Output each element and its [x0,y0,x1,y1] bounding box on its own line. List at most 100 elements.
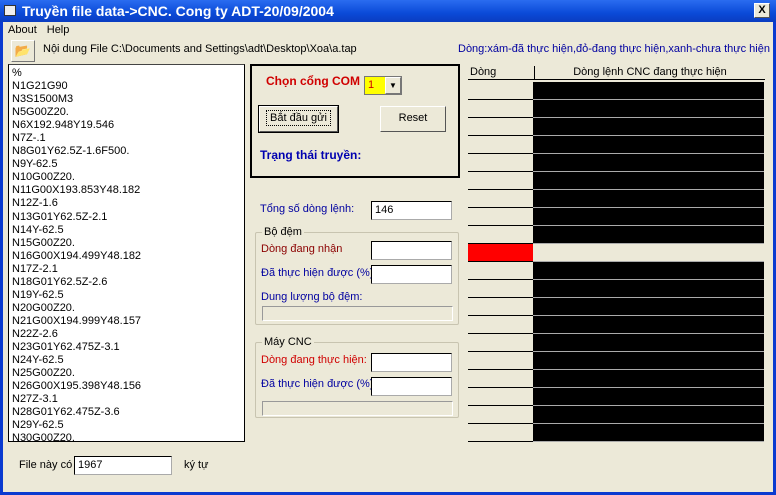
com-panel: Chọn cổng COM 1 ▼ Bắt đầu gửi Reset Trạn… [250,64,460,178]
grid-cell-line [468,244,533,262]
total-lines-field[interactable]: 146 [371,201,452,220]
code-line: N18G01Y62.5Z-2.6 [12,275,108,288]
grid-cell-command [533,298,764,316]
menu-help[interactable]: Help [42,22,75,38]
start-send-button[interactable]: Bắt đầu gửi [258,105,339,133]
grid-cell-line [468,226,533,244]
grid-cell-line [468,370,533,388]
buffer-done-label: Đã thực hiện được (%) [261,267,374,279]
grid-row[interactable] [468,280,765,298]
code-line: N25G00Z20. [12,367,75,380]
grid-cell-command [533,334,764,352]
code-line: N19Y-62.5 [12,288,64,301]
grid-cell-command [533,280,764,298]
com-port-select[interactable]: 1 ▼ [364,76,402,95]
grid-row[interactable] [468,424,765,442]
grid-row[interactable] [468,82,765,100]
buffer-done-field[interactable] [371,265,452,284]
grid-row[interactable] [468,136,765,154]
grid-cell-line [468,262,533,280]
grid-cell-line [468,406,533,424]
grid-cell-command [533,190,764,208]
code-line: N17Z-2.1 [12,262,58,275]
code-line: N13G01Y62.5Z-2.1 [12,210,108,223]
receiving-line-field[interactable] [371,241,452,260]
code-line: N21G00X194.999Y48.157 [12,314,142,327]
code-line: N27Z-3.1 [12,393,58,406]
grid-row[interactable] [468,388,765,406]
grid-cell-command [533,244,764,262]
grid-cell-line [468,190,533,208]
reset-button[interactable]: Reset [380,106,446,132]
cnc-group: Máy CNC Dòng đang thực hiện: Đã thực hiệ… [255,336,459,418]
code-line: N26G00X195.398Y48.156 [12,380,142,393]
file-content-textbox[interactable]: % N1G21G90 N3S1500M3 N5G00Z20. N6X192.948Y19… [8,64,245,442]
grid-cell-command [533,316,764,334]
code-line: N24Y-62.5 [12,354,64,367]
grid-cell-line [468,424,533,442]
grid-cell-line [468,100,533,118]
grid-row[interactable] [468,154,765,172]
code-line: N16G00X194.499Y48.182 [12,249,142,262]
grid-cell-line [468,334,533,352]
folder-icon: 📂 [14,43,32,58]
column-header-command[interactable]: Dòng lệnh CNC đang thực hiện [534,66,765,80]
buffer-group: Bộ đệm Dòng đang nhận Đã thực hiện được … [255,226,459,325]
grid-cell-line [468,154,533,172]
code-line: N20G00Z20. [12,301,75,314]
code-line: N7Z-.1 [12,132,46,145]
grid-cell-line [468,352,533,370]
grid-cell-command [533,262,764,280]
grid-row[interactable] [468,316,765,334]
code-line: N11G00X193.853Y48.182 [12,184,141,197]
title-bar: Truyền file data->CNC. Cong ty ADT-20/09… [0,0,776,22]
grid-row[interactable] [468,298,765,316]
grid-row[interactable] [468,100,765,118]
grid-cell-line [468,118,533,136]
open-folder-button[interactable]: 📂 [11,40,35,62]
executing-line-field[interactable] [371,353,452,372]
code-line: N1G21G90 [12,80,68,93]
transfer-status-label: Trạng thái truyền: [260,148,362,162]
grid-row[interactable] [468,118,765,136]
com-port-value: 1 [365,77,385,94]
grid-row[interactable] [468,370,765,388]
file-path-label: Nội dung File C:\Documents and Settings\… [43,43,357,55]
grid-cell-line [468,82,533,100]
code-line: N8G01Y62.5Z-1.6F500. [12,145,130,158]
grid-cell-line [468,172,533,190]
grid-row[interactable] [468,334,765,352]
code-line: N29Y-62.5 [12,419,64,432]
app-icon [4,5,16,16]
code-line: N14Y-62.5 [12,223,64,236]
grid-cell-command [533,208,764,226]
grid-row[interactable] [468,208,765,226]
grid-row[interactable] [468,172,765,190]
grid-cell-line [468,388,533,406]
grid-row[interactable] [468,226,765,244]
grid-header: Dòng Dòng lệnh CNC đang thực hiện [468,66,765,80]
grid-row[interactable] [468,190,765,208]
receiving-line-label: Dòng đang nhận [261,243,343,255]
chevron-down-icon[interactable]: ▼ [385,77,401,94]
cnc-done-field[interactable] [371,377,452,396]
code-line: % [12,67,22,79]
buffer-capacity-label: Dung lượng bộ đệm: [261,291,363,303]
code-line: N10G00Z20. [12,171,75,184]
close-button[interactable]: X [754,3,770,18]
grid-cell-line [468,136,533,154]
menu-about[interactable]: About [3,22,42,38]
code-line: N6X192.948Y19.546 [12,119,115,132]
grid-cell-line [468,298,533,316]
grid-row[interactable] [468,262,765,280]
cnc-lines-grid[interactable]: Dòng Dòng lệnh CNC đang thực hiện [468,66,765,442]
grid-cell-command [533,424,764,442]
grid-row[interactable] [468,406,765,424]
code-line: N5G00Z20. [12,106,69,119]
grid-cell-line [468,316,533,334]
file-size-field[interactable]: 1967 [74,456,172,475]
grid-row[interactable] [468,244,765,262]
grid-row[interactable] [468,352,765,370]
com-port-label: Chọn cổng COM [266,74,360,88]
column-header-line[interactable]: Dòng [470,66,496,78]
